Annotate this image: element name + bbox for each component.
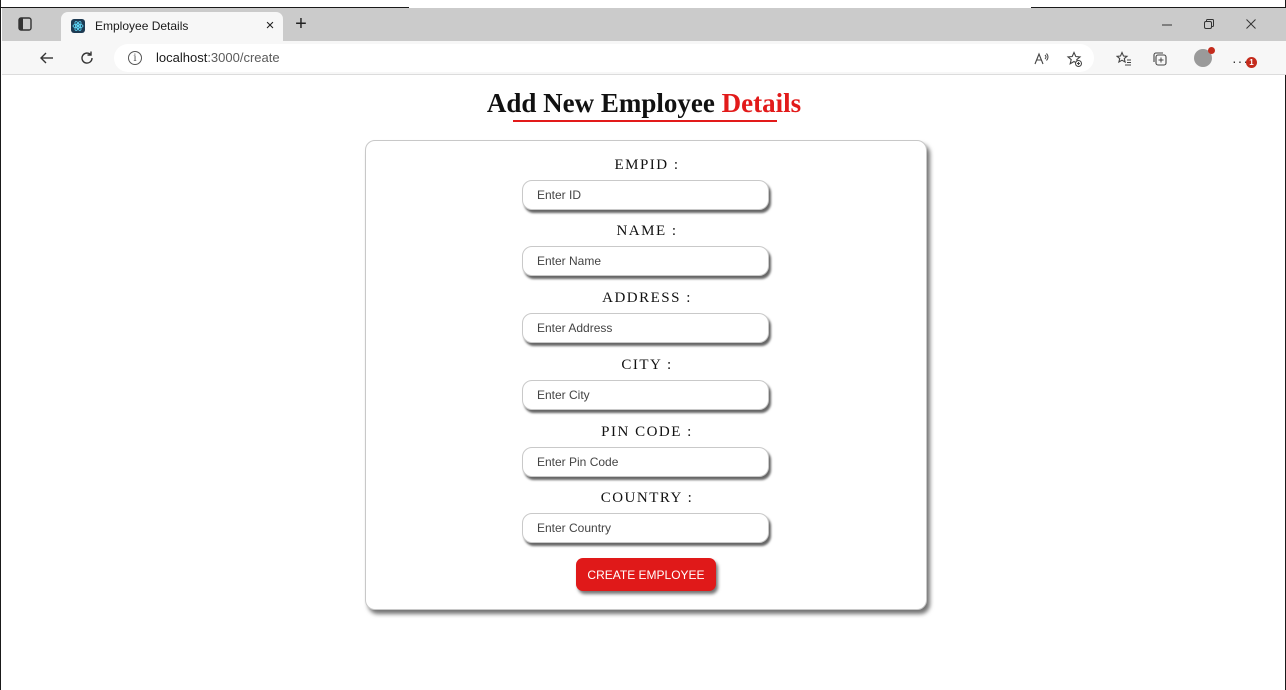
empid-label: EMPID :: [614, 157, 680, 173]
profile-alert-dot: [1208, 47, 1215, 54]
country-label: COUNTRY :: [600, 490, 694, 506]
star-add-icon: [1066, 51, 1082, 67]
restore-icon: [1204, 19, 1214, 29]
add-favorite-button[interactable]: [1064, 49, 1084, 69]
collections-button[interactable]: [1150, 49, 1170, 69]
close-icon: [1246, 19, 1256, 29]
restore-button[interactable]: [1199, 14, 1219, 34]
read-aloud-button[interactable]: [1032, 49, 1052, 69]
minimize-button[interactable]: [1157, 14, 1177, 34]
name-label: NAME :: [616, 223, 678, 239]
favorites-button[interactable]: [1114, 49, 1134, 69]
refresh-icon: [81, 51, 93, 64]
page-title: Add New Employee Details: [1, 88, 1286, 119]
tab-close-button[interactable]: ×: [261, 16, 279, 34]
create-employee-button[interactable]: CREATE EMPLOYEE: [576, 558, 716, 591]
address-label: ADDRESS :: [602, 290, 692, 306]
info-icon[interactable]: i: [128, 51, 142, 65]
browser-window: Employee Details × + i localhost:3000/cr…: [0, 0, 1286, 690]
url-text: localhost:3000/create: [156, 50, 280, 65]
pin-code-label: PIN CODE :: [601, 424, 693, 440]
new-tab-button[interactable]: +: [291, 14, 311, 35]
tab-employee-details[interactable]: Employee Details ×: [61, 12, 283, 41]
collections-icon: [1153, 52, 1167, 66]
tab-title: Employee Details: [95, 19, 189, 33]
address-bar[interactable]: i localhost:3000/create: [114, 44, 1094, 72]
city-label: CITY :: [621, 357, 673, 373]
favorites-icon: [1116, 51, 1131, 66]
react-icon: [71, 19, 85, 33]
address-input[interactable]: [522, 313, 769, 343]
refresh-button[interactable]: [76, 47, 98, 69]
minimize-icon: [1162, 24, 1172, 26]
url-host: localhost: [156, 50, 208, 65]
title-underline: [513, 120, 777, 122]
page-title-accent: Details: [721, 88, 802, 118]
tab-actions-icon: [18, 17, 32, 31]
country-input[interactable]: [522, 513, 769, 543]
browser-toolbar: i localhost:3000/create ··· 1: [2, 41, 1286, 75]
back-button[interactable]: [36, 47, 58, 69]
page-title-main: Add New Employee: [486, 88, 722, 118]
tab-actions-button[interactable]: [15, 14, 35, 34]
notification-badge: 1: [1246, 57, 1257, 68]
empid-input[interactable]: [522, 180, 769, 210]
back-arrow-icon: [40, 52, 53, 64]
read-aloud-icon: [1034, 52, 1049, 65]
url-path: :3000/create: [207, 50, 280, 65]
city-input[interactable]: [522, 380, 769, 410]
close-window-button[interactable]: [1241, 14, 1261, 34]
profile-avatar[interactable]: [1194, 47, 1215, 67]
name-input[interactable]: [522, 246, 769, 276]
pin-code-input[interactable]: [522, 447, 769, 477]
employee-form-card: EMPID : NAME : ADDRESS : CITY : PIN CODE…: [365, 140, 927, 610]
